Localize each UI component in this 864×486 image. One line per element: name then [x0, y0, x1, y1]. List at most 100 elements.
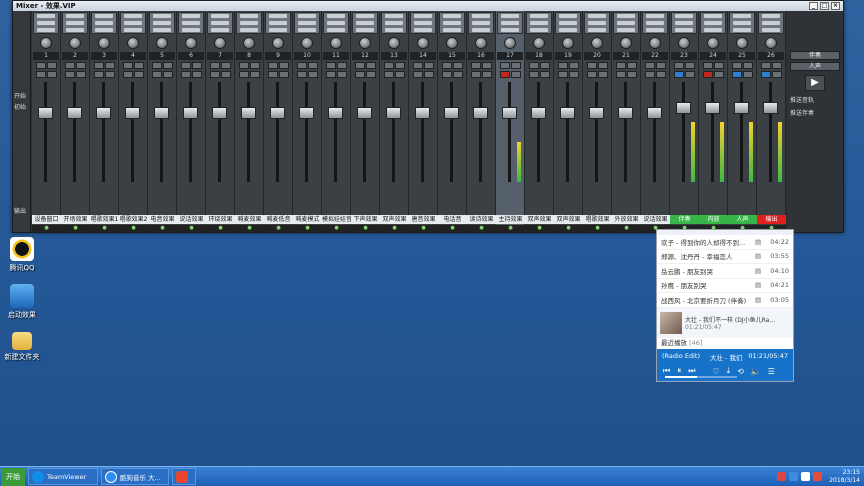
list-icon[interactable]: ☰: [768, 367, 775, 376]
fx-slots[interactable]: [149, 12, 175, 34]
fader-cap[interactable]: [241, 107, 256, 119]
channel-label[interactable]: 外放效果: [612, 215, 641, 224]
channel-strip[interactable]: 24 内放 ●: [699, 11, 728, 232]
channel-strip[interactable]: 10 喊麦模式 ●: [293, 11, 322, 232]
fader-cap[interactable]: [647, 107, 662, 119]
channel-label[interactable]: 设备窗口: [32, 215, 61, 224]
maximize-button[interactable]: □: [820, 2, 829, 10]
desktop-icon-folder[interactable]: 新建文件夹: [0, 330, 44, 362]
channel-strip[interactable]: 20 唱歌效果 ●: [583, 11, 612, 232]
fader-cap[interactable]: [270, 107, 285, 119]
fx-slots[interactable]: [265, 12, 291, 34]
mv-icon[interactable]: ▤: [755, 267, 765, 275]
channel-strip[interactable]: 9 喊麦低音 ●: [264, 11, 293, 232]
channel-label[interactable]: 喊麦模式: [293, 215, 322, 224]
volume-fader[interactable]: [728, 82, 756, 182]
fx-slots[interactable]: [613, 12, 639, 34]
mute-solo-buttons[interactable]: [119, 62, 147, 69]
channel-strip[interactable]: 14 唐音效果 ●: [409, 11, 438, 232]
channel-strip[interactable]: 26 输出 ●: [757, 11, 786, 232]
fader-cap[interactable]: [96, 107, 111, 119]
volume-fader[interactable]: [467, 82, 495, 182]
channel-label[interactable]: 环绕效果: [206, 215, 235, 224]
now-playing-item[interactable]: 大壮 - 我们不一样 (DJ小鱼儿Ra... 01:21/05:47: [657, 307, 793, 338]
channel-label[interactable]: 双声效果: [525, 215, 554, 224]
volume-fader[interactable]: [699, 82, 727, 182]
volume-fader[interactable]: [554, 82, 582, 182]
pan-knob[interactable]: [562, 37, 574, 49]
volume-fader[interactable]: [206, 82, 234, 182]
volume-fader[interactable]: [264, 82, 292, 182]
channel-strip[interactable]: 25 人声 ●: [728, 11, 757, 232]
route-buttons[interactable]: [148, 71, 176, 78]
taskbar-item-app[interactable]: [172, 468, 196, 485]
fx-slots[interactable]: [381, 12, 407, 34]
pause-icon[interactable]: ⏸: [677, 366, 681, 376]
close-button[interactable]: ×: [831, 2, 840, 10]
channel-label[interactable]: 读诗效果: [467, 215, 496, 224]
fader-cap[interactable]: [299, 107, 314, 119]
loop-icon[interactable]: ⟲: [737, 367, 744, 376]
mute-solo-buttons[interactable]: [699, 62, 727, 69]
volume-fader[interactable]: [380, 82, 408, 182]
volume-fader[interactable]: [293, 82, 321, 182]
taskbar-item-teamviewer[interactable]: TeamViewer: [28, 468, 98, 485]
playlist-item[interactable]: 郑源、沈丹丹 - 幸福恋人 ▤ 03:55: [657, 250, 793, 264]
fx-slots[interactable]: [671, 12, 697, 34]
route-buttons[interactable]: [438, 71, 466, 78]
mute-solo-buttons[interactable]: [583, 62, 611, 69]
channel-label[interactable]: 电话音: [438, 215, 467, 224]
volume-fader[interactable]: [757, 82, 785, 182]
channel-label[interactable]: 喊麦效果: [235, 215, 264, 224]
fader-cap[interactable]: [154, 107, 169, 119]
volume-fader[interactable]: [90, 82, 118, 182]
mute-solo-buttons[interactable]: [728, 62, 756, 69]
fx-slots[interactable]: [62, 12, 88, 34]
channel-strip[interactable]: 18 双声效果 ●: [525, 11, 554, 232]
route-buttons[interactable]: [322, 71, 350, 78]
fx-slots[interactable]: [758, 12, 784, 34]
mv-icon[interactable]: ▤: [755, 238, 765, 246]
right-panel-option[interactable]: 推送音轨: [790, 95, 840, 104]
pan-knob[interactable]: [446, 37, 458, 49]
mute-solo-buttons[interactable]: [264, 62, 292, 69]
channel-label[interactable]: 唐音效果: [409, 215, 438, 224]
fader-cap[interactable]: [763, 102, 778, 114]
pan-knob[interactable]: [330, 37, 342, 49]
pan-knob[interactable]: [736, 37, 748, 49]
route-buttons[interactable]: [496, 71, 524, 78]
route-buttons[interactable]: [380, 71, 408, 78]
pan-knob[interactable]: [98, 37, 110, 49]
fader-cap[interactable]: [357, 107, 372, 119]
mute-solo-buttons[interactable]: [90, 62, 118, 69]
route-buttons[interactable]: [670, 71, 698, 78]
right-panel-button[interactable]: 伴奏: [790, 51, 840, 60]
mixer-titlebar[interactable]: Mixer - 效果.VIP _ □ ×: [13, 1, 843, 11]
fx-slots[interactable]: [207, 12, 233, 34]
volume-fader[interactable]: [148, 82, 176, 182]
volume-fader[interactable]: [525, 82, 553, 182]
pan-knob[interactable]: [127, 37, 139, 49]
tray-icon[interactable]: [801, 472, 811, 481]
desktop-icon-qq[interactable]: 腾讯QQ: [0, 237, 44, 273]
fader-cap[interactable]: [212, 107, 227, 119]
pan-knob[interactable]: [69, 37, 81, 49]
fader-cap[interactable]: [618, 107, 633, 119]
fader-cap[interactable]: [502, 107, 517, 119]
channel-strip[interactable]: 13 双声效果 ●: [380, 11, 409, 232]
mute-solo-buttons[interactable]: [351, 62, 379, 69]
volume-fader[interactable]: [322, 82, 350, 182]
volume-fader[interactable]: [32, 82, 60, 182]
channel-strip[interactable]: 11 模拟娃娃音 ●: [322, 11, 351, 232]
pan-knob[interactable]: [707, 37, 719, 49]
fx-slots[interactable]: [91, 12, 117, 34]
start-button[interactable]: 开始: [1, 467, 25, 486]
fader-cap[interactable]: [589, 107, 604, 119]
channel-label[interactable]: 唱歌效果1: [90, 215, 119, 224]
route-buttons[interactable]: [699, 71, 727, 78]
right-panel-option[interactable]: 推送伴奏: [790, 108, 840, 117]
route-buttons[interactable]: [728, 71, 756, 78]
fx-slots[interactable]: [526, 12, 552, 34]
mute-solo-buttons[interactable]: [554, 62, 582, 69]
volume-fader[interactable]: [351, 82, 379, 182]
